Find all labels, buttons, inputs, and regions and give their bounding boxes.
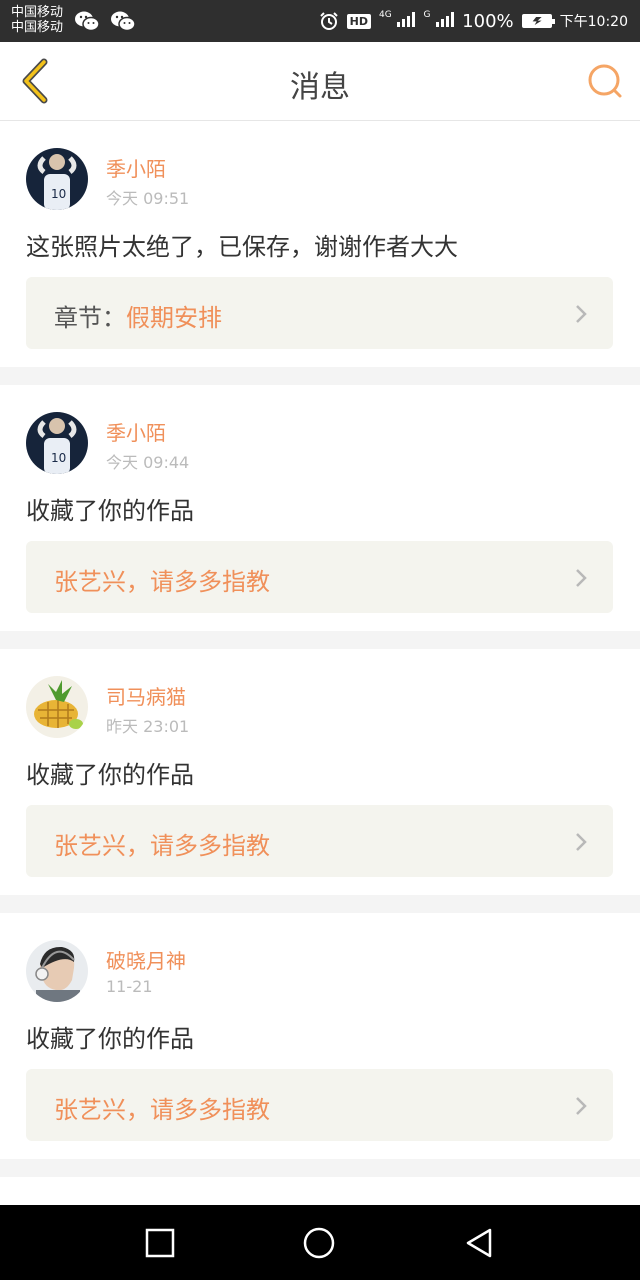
message-time: 今天 09:51 — [106, 189, 190, 208]
circle-icon[interactable] — [303, 1227, 335, 1259]
avatar[interactable] — [26, 676, 88, 738]
sender-name[interactable]: 季小陌 — [106, 153, 166, 182]
avatar[interactable]: 10 — [26, 412, 88, 474]
referenced-work-link[interactable]: 张艺兴，请多多指教 — [26, 805, 613, 877]
svg-text:10: 10 — [51, 451, 66, 465]
message-content: 收藏了你的作品 — [26, 761, 194, 789]
sender-name[interactable]: 司马病猫 — [106, 681, 186, 710]
page-title: 消息 — [290, 70, 350, 105]
battery-percent: 100% — [462, 10, 514, 32]
referenced-work-link[interactable]: 张艺兴，请多多指教 — [26, 541, 613, 613]
message-content: 收藏了你的作品 — [26, 497, 194, 525]
chevron-right-icon — [576, 569, 587, 587]
signal-bars-icon — [436, 11, 455, 27]
message-card-partial — [0, 1177, 640, 1205]
sender-name[interactable]: 破晓月神 — [106, 945, 186, 974]
ref-label: 张艺兴，请多多指教 — [54, 826, 270, 861]
chevron-right-icon — [576, 1097, 587, 1115]
hd-badge: HD — [346, 13, 372, 29]
status-icons: HD 4G G 100% 下午10:20 — [319, 0, 628, 42]
alarm-icon — [319, 12, 338, 30]
ref-label: 章节：假期安排 — [54, 298, 222, 333]
wechat-icon — [111, 11, 136, 32]
carrier-1: 中国移动 — [11, 5, 64, 20]
network-type-2: G — [423, 9, 431, 20]
message-content: 这张照片太绝了，已保存，谢谢作者大大 — [26, 233, 458, 261]
wechat-icon — [75, 11, 100, 32]
carrier-names: 中国移动 中国移动 — [11, 5, 63, 35]
triangle-back-icon[interactable] — [463, 1227, 495, 1259]
message-card: 10 季小陌 今天 09:44 收藏了你的作品 张艺兴，请多多指教 — [0, 385, 640, 631]
message-time: 今天 09:44 — [106, 453, 190, 472]
message-time: 11-21 — [106, 977, 153, 996]
referenced-work-link[interactable]: 章节：假期安排 — [26, 277, 613, 349]
chevron-right-icon — [576, 833, 587, 851]
ref-title: 张艺兴，请多多指教 — [54, 832, 270, 860]
ref-title: 张艺兴，请多多指教 — [54, 1096, 270, 1124]
message-list[interactable]: 10 季小陌 今天 09:51 这张照片太绝了，已保存，谢谢作者大大 章节：假期… — [0, 121, 640, 1205]
message-card: 破晓月神 11-21 收藏了你的作品 张艺兴，请多多指教 — [0, 913, 640, 1159]
avatar[interactable] — [26, 940, 88, 1002]
network-type-1: 4G — [379, 9, 392, 20]
system-nav-bar — [0, 1205, 640, 1280]
sender-name[interactable]: 季小陌 — [106, 417, 166, 446]
ref-prefix: 章节： — [54, 304, 126, 332]
signal-1: 4G — [379, 9, 416, 32]
battery-icon — [521, 14, 555, 28]
chevron-right-icon — [576, 305, 587, 323]
ref-title: 假期安排 — [126, 304, 222, 332]
square-icon[interactable] — [144, 1227, 176, 1259]
search-icon[interactable] — [586, 62, 624, 100]
carrier-2: 中国移动 — [11, 20, 64, 35]
ref-label: 张艺兴，请多多指教 — [54, 562, 270, 597]
status-bar: 中国移动 中国移动 HD 4G G 100% 下午10:20 — [0, 0, 640, 42]
clock: 下午10:20 — [559, 14, 628, 30]
message-card: 司马病猫 昨天 23:01 收藏了你的作品 张艺兴，请多多指教 — [0, 649, 640, 895]
ref-title: 张艺兴，请多多指教 — [54, 568, 270, 596]
message-time: 昨天 23:01 — [106, 717, 190, 736]
avatar[interactable]: 10 — [26, 148, 88, 210]
ref-label: 张艺兴，请多多指教 — [54, 1090, 270, 1125]
signal-bars-icon — [397, 11, 416, 27]
message-card: 10 季小陌 今天 09:51 这张照片太绝了，已保存，谢谢作者大大 章节：假期… — [0, 121, 640, 367]
app-header: 消息 — [0, 42, 640, 121]
referenced-work-link[interactable]: 张艺兴，请多多指教 — [26, 1069, 613, 1141]
message-content: 收藏了你的作品 — [26, 1025, 194, 1053]
signal-2: G — [423, 9, 455, 32]
svg-text:10: 10 — [51, 187, 66, 201]
